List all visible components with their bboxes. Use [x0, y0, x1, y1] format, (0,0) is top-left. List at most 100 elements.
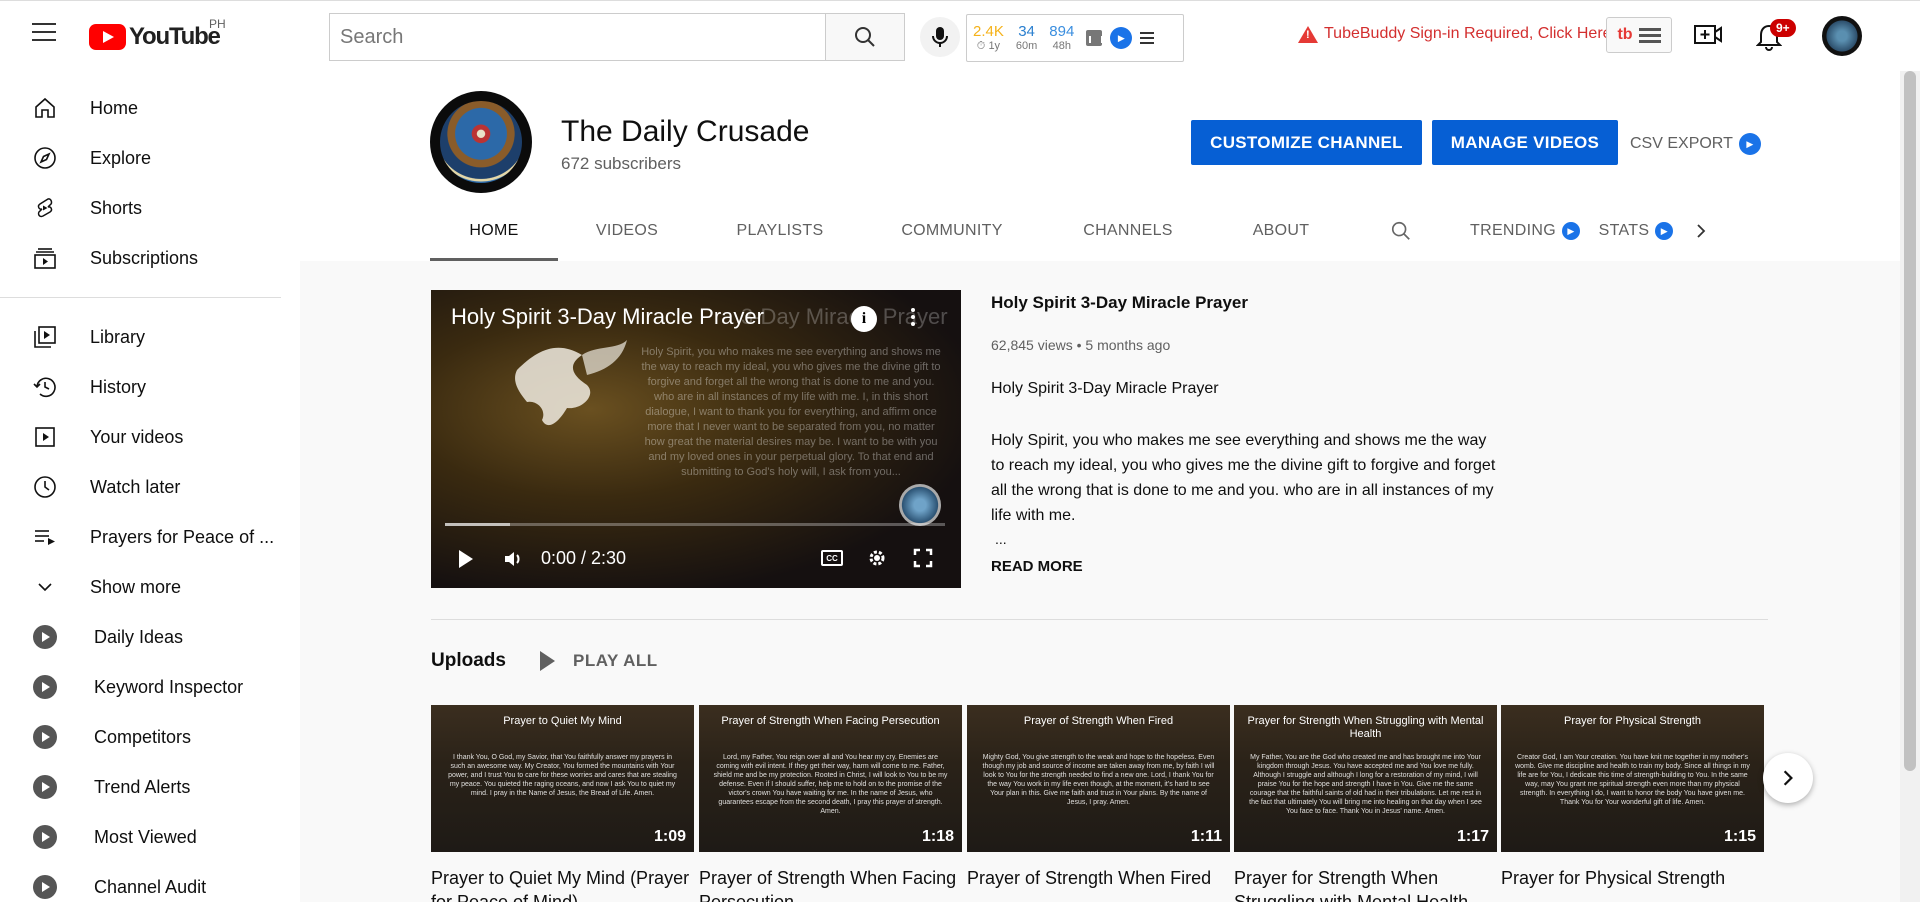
channel-avatar[interactable]: [430, 91, 532, 193]
video-title[interactable]: Prayer to Quiet My Mind (Prayer for Peac…: [431, 866, 694, 902]
video-thumbnail[interactable]: Prayer to Quiet My Mind I thank You, O G…: [431, 705, 694, 852]
captions-icon[interactable]: CC: [821, 550, 843, 566]
sidebar-item-keyword-inspector[interactable]: Keyword Inspector: [0, 662, 300, 712]
video-title[interactable]: Prayer for Strength When Struggling with…: [1234, 866, 1497, 902]
sidebar-item-channel-audit[interactable]: Channel Audit: [0, 862, 300, 902]
youtube-logo[interactable]: YouTube PH: [89, 17, 226, 51]
history-icon: [32, 374, 58, 400]
video-card[interactable]: Prayer of Strength When Facing Persecuti…: [699, 705, 962, 902]
sidebar-item-playlist[interactable]: Prayers for Peace of ...: [0, 512, 300, 562]
video-thumbnail[interactable]: Prayer of Strength When Facing Persecuti…: [699, 705, 962, 852]
tubebuddy-signin-alert[interactable]: TubeBuddy Sign-in Required, Click Here: [1298, 25, 1612, 43]
sidebar-item-most-viewed[interactable]: Most Viewed: [0, 812, 300, 862]
fullscreen-icon[interactable]: [913, 548, 933, 568]
customize-channel-button[interactable]: CUSTOMIZE CHANNEL: [1191, 120, 1422, 165]
channel-search-button[interactable]: [1346, 201, 1456, 261]
sidebar-item-your-videos[interactable]: Your videos: [0, 412, 300, 462]
manage-videos-button[interactable]: MANAGE VIDEOS: [1432, 120, 1618, 165]
video-thumbnail[interactable]: Prayer for Strength When Struggling with…: [1234, 705, 1497, 852]
video-thumbnail[interactable]: Prayer of Strength When Fired Mighty God…: [967, 705, 1230, 852]
sidebar-item-subscriptions[interactable]: Subscriptions: [0, 233, 300, 283]
voice-search-button[interactable]: [920, 17, 960, 57]
sidebar-item-history[interactable]: History: [0, 362, 300, 412]
sidebar-item-label: Competitors: [94, 726, 192, 747]
tab-playlists[interactable]: PLAYLISTS: [696, 201, 864, 261]
sidebar-item-daily-ideas[interactable]: Daily Ideas: [0, 612, 300, 662]
video-duration: 1:09: [653, 828, 686, 845]
tubebuddy-stats-widget[interactable]: 2.4K ⏱ 1y 34 60m 894 48h ▶: [966, 14, 1184, 62]
csv-export-button[interactable]: CSV EXPORT ▶: [1630, 133, 1761, 155]
tabs-scroll-right-button[interactable]: [1678, 201, 1724, 261]
video-thumbnail[interactable]: Prayer for Physical Strength Creator God…: [1501, 705, 1764, 852]
view-count: 62,845 views: [991, 337, 1073, 353]
featured-video-title[interactable]: Holy Spirit 3-Day Miracle Prayer: [991, 293, 1248, 313]
video-title[interactable]: Prayer of Strength When Facing Persecuti…: [699, 866, 962, 902]
sidebar-item-watch-later[interactable]: Watch later: [0, 462, 300, 512]
page-scrollbar[interactable]: [1900, 71, 1920, 902]
tubebuddy-icon: [33, 625, 57, 649]
video-age: 5 months ago: [1085, 337, 1171, 353]
shelf-next-button[interactable]: [1763, 753, 1813, 803]
play-icon: [540, 651, 555, 671]
search-icon: [855, 27, 875, 47]
thumbnail-text: Lord, my Father, You reign over all and …: [713, 754, 948, 815]
tab-home[interactable]: HOME: [430, 201, 558, 261]
tab-videos[interactable]: VIDEOS: [558, 201, 696, 261]
stat-value: 34: [1018, 23, 1035, 40]
sidebar-item-trend-alerts[interactable]: Trend Alerts: [0, 762, 300, 812]
bar-chart-icon[interactable]: [1086, 30, 1104, 46]
tab-channels[interactable]: CHANNELS: [1040, 201, 1216, 261]
sidebar-item-competitors[interactable]: Competitors: [0, 712, 300, 762]
search-input[interactable]: [329, 13, 825, 61]
video-card[interactable]: Prayer for Physical Strength Creator God…: [1501, 705, 1764, 890]
logo-text: YouTube: [129, 23, 221, 50]
video-card[interactable]: Prayer to Quiet My Mind I thank You, O G…: [431, 705, 694, 902]
menu-icon[interactable]: [32, 23, 56, 47]
create-video-icon[interactable]: [1694, 23, 1722, 47]
settings-gear-icon[interactable]: [867, 548, 887, 568]
tab-about[interactable]: ABOUT: [1216, 201, 1346, 261]
sidebar-item-shorts[interactable]: Shorts: [0, 183, 300, 233]
volume-icon[interactable]: [503, 550, 523, 568]
sidebar-item-home[interactable]: Home: [0, 83, 300, 133]
featured-video-player[interactable]: Holy Spirit 3-Day Miracle Prayer 3-Day M…: [431, 290, 961, 588]
video-card[interactable]: Prayer for Strength When Struggling with…: [1234, 705, 1497, 902]
scrollbar-thumb[interactable]: [1904, 71, 1916, 771]
compass-icon: [32, 145, 58, 171]
sidebar-show-more[interactable]: Show more: [0, 562, 300, 612]
thumbnail-title: Prayer to Quiet My Mind: [503, 715, 622, 727]
tubebuddy-icon: [33, 675, 57, 699]
sidebar-item-label: Trend Alerts: [94, 776, 191, 797]
clock-icon: [32, 474, 58, 500]
video-time: 0:00 / 2:30: [541, 548, 627, 568]
video-title[interactable]: Prayer of Strength When Fired: [967, 866, 1230, 890]
uploads-heading[interactable]: Uploads: [431, 650, 506, 672]
video-overlay-text: Holy Spirit, you who makes me see everyt…: [641, 346, 941, 478]
video-card[interactable]: Prayer of Strength When Fired Mighty God…: [967, 705, 1230, 890]
sidebar-item-explore[interactable]: Explore: [0, 133, 300, 183]
chevron-right-icon: [1783, 770, 1793, 786]
thumbnail-title: Prayer for Physical Strength: [1564, 715, 1701, 727]
info-icon[interactable]: i: [851, 306, 877, 332]
tab-stats[interactable]: STATS ▶: [1594, 201, 1678, 261]
widget-menu-icon[interactable]: [1140, 29, 1155, 47]
sidebar-item-library[interactable]: Library: [0, 312, 300, 362]
sidebar-item-label: Shorts: [90, 197, 143, 218]
play-all-button[interactable]: PLAY ALL: [540, 651, 658, 671]
description-ellipsis: ...: [995, 531, 1007, 547]
stat-label: 60m: [1015, 40, 1038, 52]
video-title[interactable]: Prayer for Physical Strength: [1501, 866, 1764, 890]
read-more-button[interactable]: READ MORE: [991, 558, 1083, 575]
more-options-icon[interactable]: [911, 308, 915, 329]
sidebar-item-label: Library: [90, 326, 146, 347]
play-icon[interactable]: [459, 550, 473, 568]
tubebuddy-icon[interactable]: ▶: [1110, 27, 1133, 49]
tab-community[interactable]: COMMUNITY: [864, 201, 1040, 261]
account-avatar[interactable]: [1822, 16, 1862, 56]
tubebuddy-menu-button[interactable]: tb: [1606, 17, 1672, 53]
channel-watermark[interactable]: [899, 484, 941, 526]
video-progress-bar[interactable]: [445, 523, 945, 526]
thumbnail-title: Prayer of Strength When Facing Persecuti…: [721, 715, 940, 727]
tab-trending[interactable]: TRENDING ▶: [1456, 201, 1594, 261]
search-button[interactable]: [825, 13, 905, 61]
